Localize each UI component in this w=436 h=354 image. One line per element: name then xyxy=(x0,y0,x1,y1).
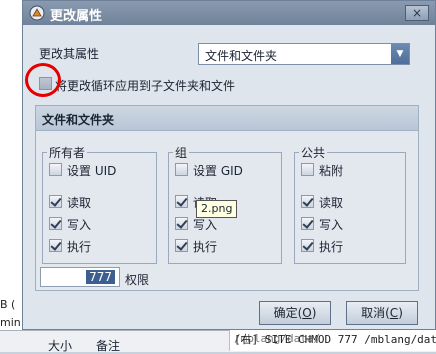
cancel-button-text: 取消( xyxy=(361,306,390,320)
chevron-down-icon[interactable]: ▼ xyxy=(391,44,409,64)
permission-label: 权限 xyxy=(125,273,150,287)
change-attributes-dialog: 更改属性 × 更改其属性 文件和文件夹 ▼ 将更改循环应用到子文件夹和文件 文件… xyxy=(22,0,436,330)
public-write-checkbox[interactable] xyxy=(301,217,314,230)
section-header: 文件和文件夹 xyxy=(36,106,418,131)
owner-setuid-checkbox[interactable] xyxy=(49,163,62,176)
owner-setuid-label[interactable]: 设置 UID xyxy=(67,162,116,179)
section-title: 文件和文件夹 xyxy=(42,113,115,127)
group-write-label[interactable]: 写入 xyxy=(193,216,217,233)
ok-button[interactable]: 确定(O) xyxy=(259,301,331,325)
owner-exec-label[interactable]: 执行 xyxy=(67,238,91,255)
public-write-label[interactable]: 写入 xyxy=(319,216,343,233)
group-exec-checkbox[interactable] xyxy=(175,239,188,252)
highlight-circle-annotation xyxy=(25,63,61,97)
ok-button-text-end: ) xyxy=(311,306,317,320)
ok-button-accesskey: O xyxy=(302,306,312,320)
background-left-panel: B ( min xyxy=(0,0,22,351)
owner-group: 所有者 设置 UID 读取 写入 执行 xyxy=(42,144,157,264)
files-and-folders-section: 文件和文件夹 所有者 设置 UID 读取 写入 执行 组 设置 GID 读取 写… xyxy=(35,105,419,291)
app-icon xyxy=(29,5,45,21)
public-read-label[interactable]: 读取 xyxy=(319,194,343,211)
owner-read-checkbox[interactable] xyxy=(49,195,62,208)
owner-group-title: 所有者 xyxy=(47,144,88,161)
public-read-checkbox[interactable] xyxy=(301,195,314,208)
recursive-label[interactable]: 将更改循环应用到子文件夹和文件 xyxy=(55,77,235,94)
log-line: [右] SITE CHMOD 777 /mblang/data/x xyxy=(234,333,436,346)
public-group: 公共 粘附 读取 写入 执行 xyxy=(294,144,406,264)
permission-value: 777 xyxy=(86,270,115,284)
public-group-title: 公共 xyxy=(299,144,328,161)
owner-write-checkbox[interactable] xyxy=(49,217,62,230)
cancel-button-accesskey: C xyxy=(389,306,399,320)
group-group-title: 组 xyxy=(173,144,190,161)
attribute-target-select[interactable]: 文件和文件夹 ▼ xyxy=(198,43,410,65)
cancel-button[interactable]: 取消(C) xyxy=(346,301,418,325)
owner-write-label[interactable]: 写入 xyxy=(67,216,91,233)
group-setgid-label[interactable]: 设置 GID xyxy=(193,162,243,179)
owner-exec-checkbox[interactable] xyxy=(49,239,62,252)
file-tooltip: 2.png xyxy=(196,200,238,218)
permission-input[interactable]: 777 xyxy=(40,267,120,287)
attribute-target-value: 文件和文件夹 xyxy=(205,49,278,63)
close-button[interactable]: × xyxy=(405,5,429,21)
background-text: min xyxy=(0,316,21,329)
dialog-title: 更改属性 xyxy=(50,9,103,24)
group-exec-label[interactable]: 执行 xyxy=(193,238,217,255)
ok-button-text: 确定( xyxy=(273,306,303,320)
owner-read-label[interactable]: 读取 xyxy=(67,194,91,211)
group-write-checkbox[interactable] xyxy=(175,217,188,230)
cancel-button-text-end: ) xyxy=(398,306,403,320)
public-exec-checkbox[interactable] xyxy=(301,239,314,252)
public-exec-label[interactable]: 执行 xyxy=(319,238,343,255)
title-bar[interactable]: 更改属性 × xyxy=(23,1,435,25)
public-sticky-label[interactable]: 粘附 xyxy=(319,162,343,179)
close-icon: × xyxy=(411,6,423,20)
background-text: B ( xyxy=(0,298,16,311)
column-header-size[interactable]: 大小 xyxy=(48,337,72,354)
public-sticky-checkbox[interactable] xyxy=(301,163,314,176)
column-header-notes[interactable]: 备注 xyxy=(96,337,120,354)
attribute-target-label: 更改其属性 xyxy=(39,47,100,61)
group-read-checkbox[interactable] xyxy=(175,195,188,208)
group-setgid-checkbox[interactable] xyxy=(175,163,188,176)
